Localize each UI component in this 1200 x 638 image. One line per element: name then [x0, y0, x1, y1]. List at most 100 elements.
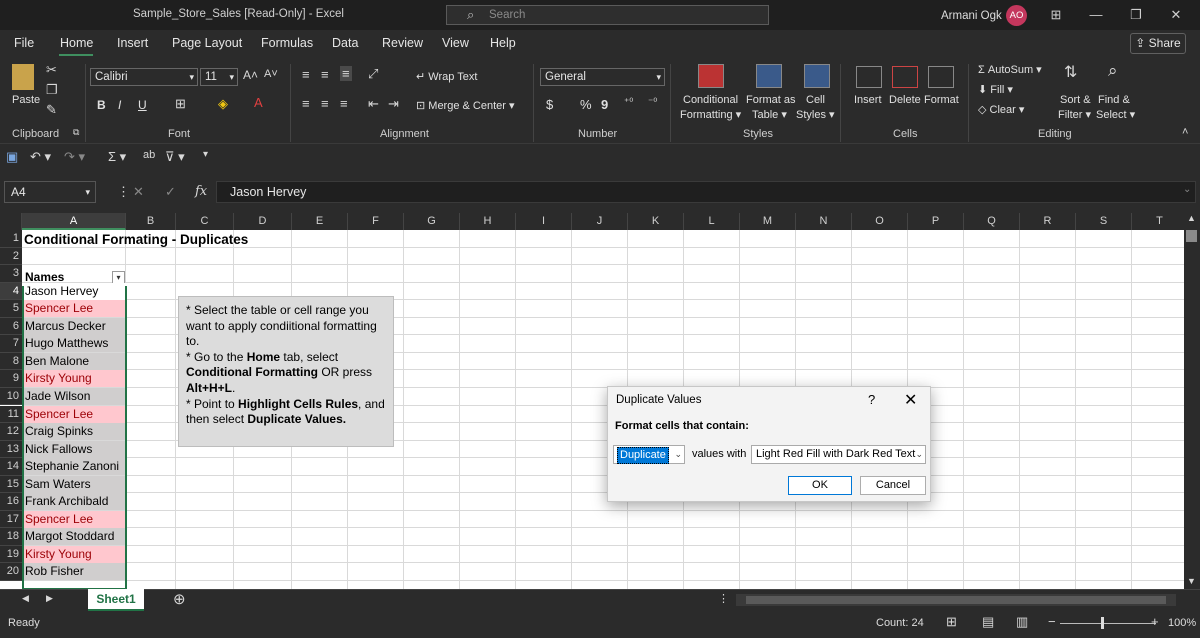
column-header-h[interactable]: H — [460, 213, 516, 230]
decrease-decimal-icon[interactable]: ⁻⁰ — [648, 97, 657, 108]
row-header-7[interactable]: 7 — [0, 335, 22, 353]
status-count[interactable]: Count: 24 — [876, 617, 924, 629]
format-cells-icon[interactable] — [928, 66, 954, 88]
align-center-icon[interactable]: ≡ — [321, 96, 329, 111]
delete-cells-icon[interactable] — [892, 66, 918, 88]
sheet-tab[interactable]: Sheet1 — [88, 589, 144, 611]
percent-button[interactable]: % — [580, 97, 592, 112]
cancel-button[interactable]: Cancel — [860, 476, 926, 495]
paste-label[interactable]: Paste — [12, 94, 40, 106]
row-header-20[interactable]: 20 — [0, 563, 22, 581]
column-header-b[interactable]: B — [126, 213, 176, 230]
column-header-e[interactable]: E — [292, 213, 348, 230]
tab-split-icon[interactable]: ⋮ — [718, 592, 729, 605]
prev-sheet-icon[interactable]: ◀ — [22, 593, 29, 604]
autosum-qat-icon[interactable]: Σ ▾ — [108, 149, 126, 165]
column-header-j[interactable]: J — [572, 213, 628, 230]
format-painter-icon[interactable]: ✎ — [46, 102, 57, 118]
increase-decimal-icon[interactable]: ⁺⁰ — [624, 97, 633, 108]
insert-cells-icon[interactable] — [856, 66, 882, 88]
confirm-entry-icon[interactable]: ✓ — [165, 184, 176, 200]
bold-button[interactable]: B — [97, 98, 106, 112]
align-left-icon[interactable]: ≡ — [302, 96, 310, 111]
conditional-formatting-icon[interactable] — [698, 64, 724, 88]
customize-qat-icon[interactable]: ▾ — [203, 149, 208, 160]
format-as-table-icon[interactable] — [756, 64, 782, 88]
cancel-entry-icon[interactable]: ✕ — [133, 184, 144, 200]
row-header-19[interactable]: 19 — [0, 545, 22, 564]
save-icon[interactable]: ▣ — [6, 149, 18, 165]
search-box[interactable]: ⌕ Search — [446, 5, 769, 25]
paste-icon[interactable] — [12, 64, 34, 90]
tab-view[interactable]: View — [442, 36, 469, 50]
align-bottom-icon[interactable]: ≡ — [340, 66, 352, 81]
increase-font-icon[interactable]: A˄ — [243, 68, 258, 82]
format-cells-button[interactable]: Format — [924, 94, 959, 106]
zoom-slider-thumb[interactable] — [1101, 617, 1104, 629]
redo-icon[interactable]: ↷ ▾ — [64, 149, 85, 165]
column-header-q[interactable]: Q — [964, 213, 1020, 230]
font-color-icon[interactable]: A — [254, 95, 263, 110]
column-header-n[interactable]: N — [796, 213, 852, 230]
row-header-8[interactable]: 8 — [0, 352, 22, 371]
formula-input[interactable] — [216, 181, 1196, 203]
select-all-corner[interactable] — [0, 213, 22, 230]
font-name-select[interactable]: Calibri ▾ — [90, 68, 198, 86]
autosum-button[interactable]: Σ AutoSum ▾ — [978, 63, 1042, 76]
merge-center-button[interactable]: ⊡ Merge & Center ▾ — [416, 99, 515, 112]
column-header-i[interactable]: I — [516, 213, 572, 230]
increase-indent-icon[interactable]: ⇥ — [388, 96, 399, 112]
minimize-icon[interactable]: — — [1085, 5, 1107, 25]
format-style-select[interactable]: Light Red Fill with Dark Red Text ⌄ — [751, 445, 926, 464]
sort-filter-icon[interactable]: ⇅ — [1064, 62, 1077, 82]
row-header-4[interactable]: 4 — [0, 282, 22, 301]
instructions-note[interactable]: * Select the table or cell range you wan… — [178, 296, 394, 447]
row-header-6[interactable]: 6 — [0, 317, 22, 336]
collapse-ribbon-icon[interactable]: ˄ — [1182, 126, 1188, 138]
tab-formulas[interactable]: Formulas — [261, 36, 313, 50]
zoom-out-icon[interactable]: − — [1048, 614, 1056, 629]
comma-button[interactable]: 9 — [601, 97, 608, 112]
tab-page-layout[interactable]: Page Layout — [172, 36, 242, 50]
row-header-5[interactable]: 5 — [0, 300, 22, 318]
tab-review[interactable]: Review — [382, 36, 423, 50]
zoom-slider[interactable] — [1060, 623, 1156, 624]
share-button[interactable]: ⇪ Share — [1130, 33, 1186, 54]
column-header-t[interactable]: T — [1132, 213, 1184, 230]
zoom-level[interactable]: 100% — [1168, 617, 1196, 629]
cell-styles-label-1[interactable]: Cell — [806, 94, 825, 106]
page-layout-view-icon[interactable]: ▤ — [982, 614, 994, 630]
row-header-13[interactable]: 13 — [0, 440, 22, 459]
row-header-1[interactable]: 1 — [0, 230, 22, 248]
add-sheet-icon[interactable]: ⊕ — [173, 590, 186, 608]
restore-icon[interactable]: ❐ — [1125, 5, 1147, 25]
column-header-d[interactable]: D — [234, 213, 292, 230]
font-size-select[interactable]: 11 ▾ — [200, 68, 238, 86]
delete-cells-button[interactable]: Delete — [889, 94, 921, 106]
number-format-select[interactable]: General ▾ — [540, 68, 665, 86]
insert-function-icon[interactable]: fx — [195, 184, 207, 199]
zoom-in-icon[interactable]: + — [1151, 614, 1159, 629]
column-header-l[interactable]: L — [684, 213, 740, 230]
row-header-15[interactable]: 15 — [0, 475, 22, 494]
duplicate-type-select[interactable]: Duplicate ⌄ — [613, 445, 685, 464]
user-name[interactable]: Armani Ogk — [941, 10, 1002, 22]
tab-insert[interactable]: Insert — [117, 36, 148, 50]
scroll-up-icon[interactable]: ▲ — [1187, 213, 1196, 223]
decrease-indent-icon[interactable]: ⇤ — [368, 96, 379, 112]
sheet-title[interactable]: Conditional Formating - Duplicates — [24, 230, 248, 250]
format-as-table-label-1[interactable]: Format as — [746, 94, 796, 106]
borders-icon[interactable]: ⊞ — [175, 96, 186, 112]
scroll-down-icon[interactable]: ▼ — [1187, 576, 1196, 586]
underline-button[interactable]: U — [138, 98, 147, 112]
row-header-9[interactable]: 9 — [0, 370, 22, 388]
tab-help[interactable]: Help — [490, 36, 516, 50]
cell-styles-icon[interactable] — [804, 64, 830, 88]
column-header-s[interactable]: S — [1076, 213, 1132, 230]
cut-icon[interactable]: ✂ — [46, 62, 57, 78]
row-header-14[interactable]: 14 — [0, 458, 22, 476]
italic-button[interactable]: I — [118, 98, 121, 112]
undo-icon[interactable]: ↶ ▾ — [30, 149, 51, 165]
align-right-icon[interactable]: ≡ — [340, 96, 348, 111]
dialog-close-icon[interactable]: ✕ — [904, 390, 917, 410]
